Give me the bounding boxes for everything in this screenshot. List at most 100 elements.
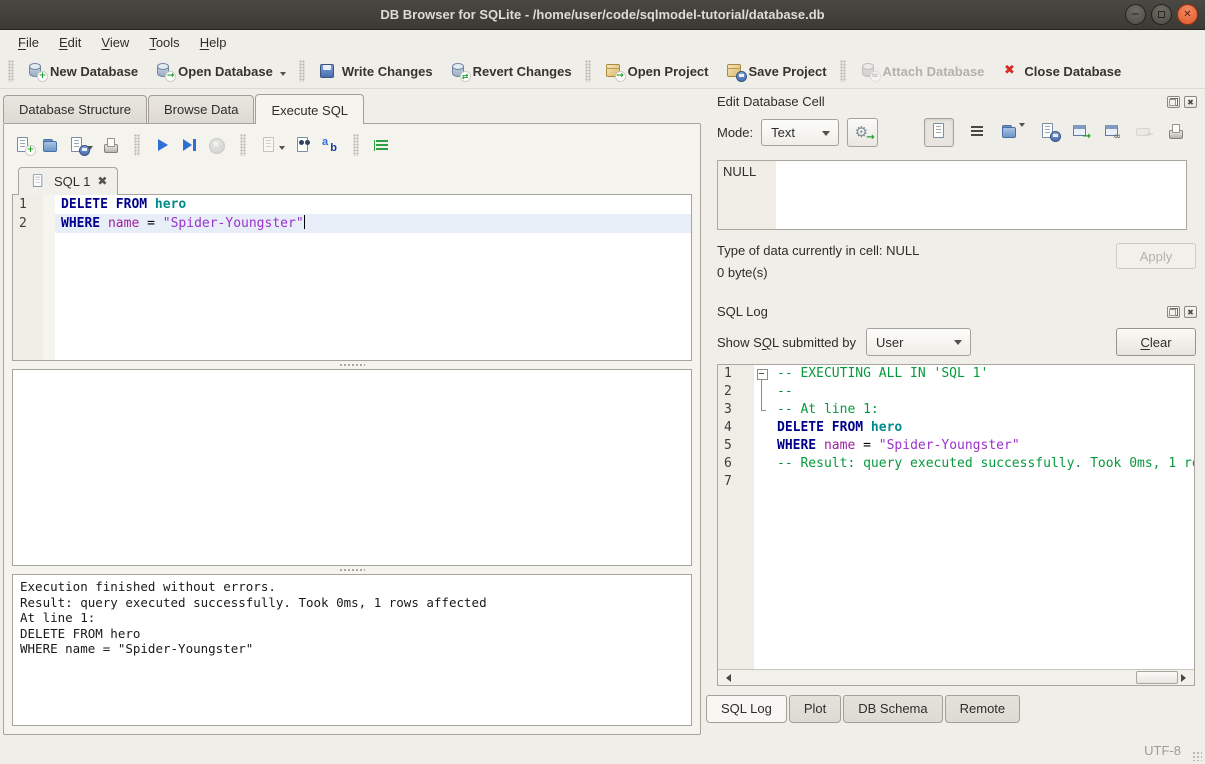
tab-browse-data[interactable]: Browse Data [148, 95, 254, 123]
print-cell-button[interactable] [1167, 123, 1185, 142]
dropdown-caret-icon[interactable] [1019, 123, 1025, 145]
copy-link-button[interactable] [1103, 123, 1121, 142]
execute-all-button[interactable] [154, 137, 172, 153]
new-database-icon [26, 63, 44, 79]
dock-area: Edit Database Cell Mode: Text NULL Type [705, 89, 1205, 737]
find-replace-icon [321, 137, 339, 153]
code-line: 2 -- [718, 383, 1194, 401]
line-number: 2 [718, 383, 754, 401]
sql-doc-tab[interactable]: SQL 1 ✖ [18, 167, 118, 195]
gear-arrow-icon [854, 125, 872, 141]
scrollbar-thumb[interactable] [1136, 671, 1178, 684]
tab-database-structure[interactable]: Database Structure [3, 95, 147, 123]
text-view-button[interactable] [924, 118, 954, 147]
print-button[interactable] [102, 137, 120, 153]
write-changes-button[interactable]: Write Changes [310, 59, 441, 83]
sql-doc-tab-label: SQL 1 [54, 174, 90, 189]
toolbar-separator [240, 134, 246, 156]
menu-view[interactable]: View [91, 32, 139, 53]
mode-select[interactable]: Text [761, 119, 839, 146]
line-number: 4 [718, 419, 754, 437]
execute-current-line-button[interactable] [181, 137, 199, 153]
maximize-icon[interactable] [1151, 4, 1172, 25]
dropdown-caret-icon[interactable] [279, 146, 285, 153]
dock-tabbar: SQL LogPlotDB SchemaRemote [705, 695, 1205, 723]
open-tab-button[interactable] [14, 137, 32, 153]
fold-margin [754, 473, 771, 491]
submitted-by-select[interactable]: User [866, 328, 971, 356]
message-line: DELETE FROM hero [20, 626, 684, 642]
close-panel-icon[interactable] [1184, 306, 1197, 318]
minimize-icon[interactable]: − [1125, 4, 1146, 25]
save-sql-file-button[interactable] [68, 137, 93, 153]
close-database-button[interactable]: Close Database [992, 59, 1129, 83]
sql-log-filter-row: Show SQL submitted by User Clear [717, 328, 1196, 356]
results-grid-pane [12, 369, 692, 566]
link-badge-icon [870, 71, 881, 82]
close-panel-icon[interactable] [1184, 96, 1197, 108]
titlebar[interactable]: DB Browser for SQLite - /home/user/code/… [0, 0, 1205, 30]
splitter-handle[interactable] [12, 566, 692, 574]
set-null-icon [1135, 123, 1153, 139]
scroll-left-icon[interactable] [722, 674, 731, 682]
sql-log-view[interactable]: 1-- EXECUTING ALL IN 'SQL 1'2--3-- At li… [717, 364, 1195, 686]
open-database-button[interactable]: Open Database [146, 59, 294, 83]
revert-changes-button[interactable]: Revert Changes [441, 59, 580, 83]
sql-log-lines: 1-- EXECUTING ALL IN 'SQL 1'2--3-- At li… [718, 365, 1194, 669]
clear-button[interactable]: Clear [1116, 328, 1196, 356]
import-data-button[interactable] [1000, 123, 1025, 142]
tab-execute-sql[interactable]: Execute SQL [255, 94, 364, 124]
format-sql-button[interactable] [373, 137, 391, 153]
code-text: -- At line 1: [771, 401, 1194, 419]
splitter-handle[interactable] [12, 361, 692, 369]
menu-edit[interactable]: Edit [49, 32, 91, 53]
edit-cell-title: Edit Database Cell [717, 94, 1167, 109]
open-sql-file-icon [41, 137, 59, 153]
menu-file[interactable]: File [8, 32, 49, 53]
horizontal-scrollbar[interactable] [718, 669, 1194, 685]
submitted-by-value: User [876, 335, 903, 350]
execute-current-line-icon [181, 137, 199, 153]
sql-editor[interactable]: 1DELETE FROM hero2WHERE name = "Spider-Y… [12, 194, 692, 361]
open-tab-icon [14, 137, 32, 153]
dock-tab-plot[interactable]: Plot [789, 695, 841, 723]
dock-tab-sql-log[interactable]: SQL Log [706, 695, 787, 723]
save-project-button[interactable]: Save Project [717, 59, 835, 83]
close-icon[interactable]: ✕ [1177, 4, 1198, 25]
dock-tab-remote[interactable]: Remote [945, 695, 1021, 723]
open-external-button[interactable] [1071, 123, 1089, 142]
scroll-right-icon[interactable] [1181, 674, 1190, 682]
format-sql-icon [373, 137, 391, 153]
new-database-button[interactable]: New Database [18, 59, 146, 83]
save-badge-icon [1050, 131, 1061, 142]
fold-margin [754, 383, 771, 401]
main-toolbar: New DatabaseOpen Database Write ChangesRe… [0, 54, 1205, 89]
cell-editor[interactable]: NULL [717, 160, 1187, 230]
edit-cell-dock-header: Edit Database Cell [705, 89, 1205, 111]
apply-button[interactable]: Apply [1116, 243, 1196, 269]
open-sql-file-button[interactable] [41, 137, 59, 153]
code-text: -- [771, 383, 1194, 401]
menu-help[interactable]: Help [190, 32, 237, 53]
mode-value: Text [771, 125, 795, 140]
dropdown-caret-icon[interactable] [280, 72, 286, 79]
close-database-icon [1000, 63, 1018, 79]
cell-edit-icons [924, 118, 1191, 147]
open-project-button[interactable]: Open Project [596, 59, 717, 83]
encoding-indicator: UTF-8 [1144, 743, 1181, 758]
export-data-button[interactable] [1039, 123, 1057, 142]
fold-margin [43, 195, 55, 214]
save-project-label: Save Project [749, 64, 827, 79]
cell-info-row: Type of data currently in cell: NULL 0 b… [717, 243, 1196, 287]
apply-changes-icon-button[interactable] [847, 118, 878, 147]
dock-tab-db-schema[interactable]: DB Schema [843, 695, 942, 723]
resize-grip[interactable] [1192, 751, 1202, 761]
float-panel-icon[interactable] [1167, 96, 1180, 108]
word-wrap-button[interactable] [968, 123, 986, 142]
find-button[interactable] [294, 137, 312, 153]
find-replace-button[interactable] [321, 137, 339, 153]
menu-tools[interactable]: Tools [139, 32, 189, 53]
float-panel-icon[interactable] [1167, 306, 1180, 318]
open-database-icon [154, 63, 172, 79]
tab-close-icon[interactable]: ✖ [97, 175, 107, 187]
